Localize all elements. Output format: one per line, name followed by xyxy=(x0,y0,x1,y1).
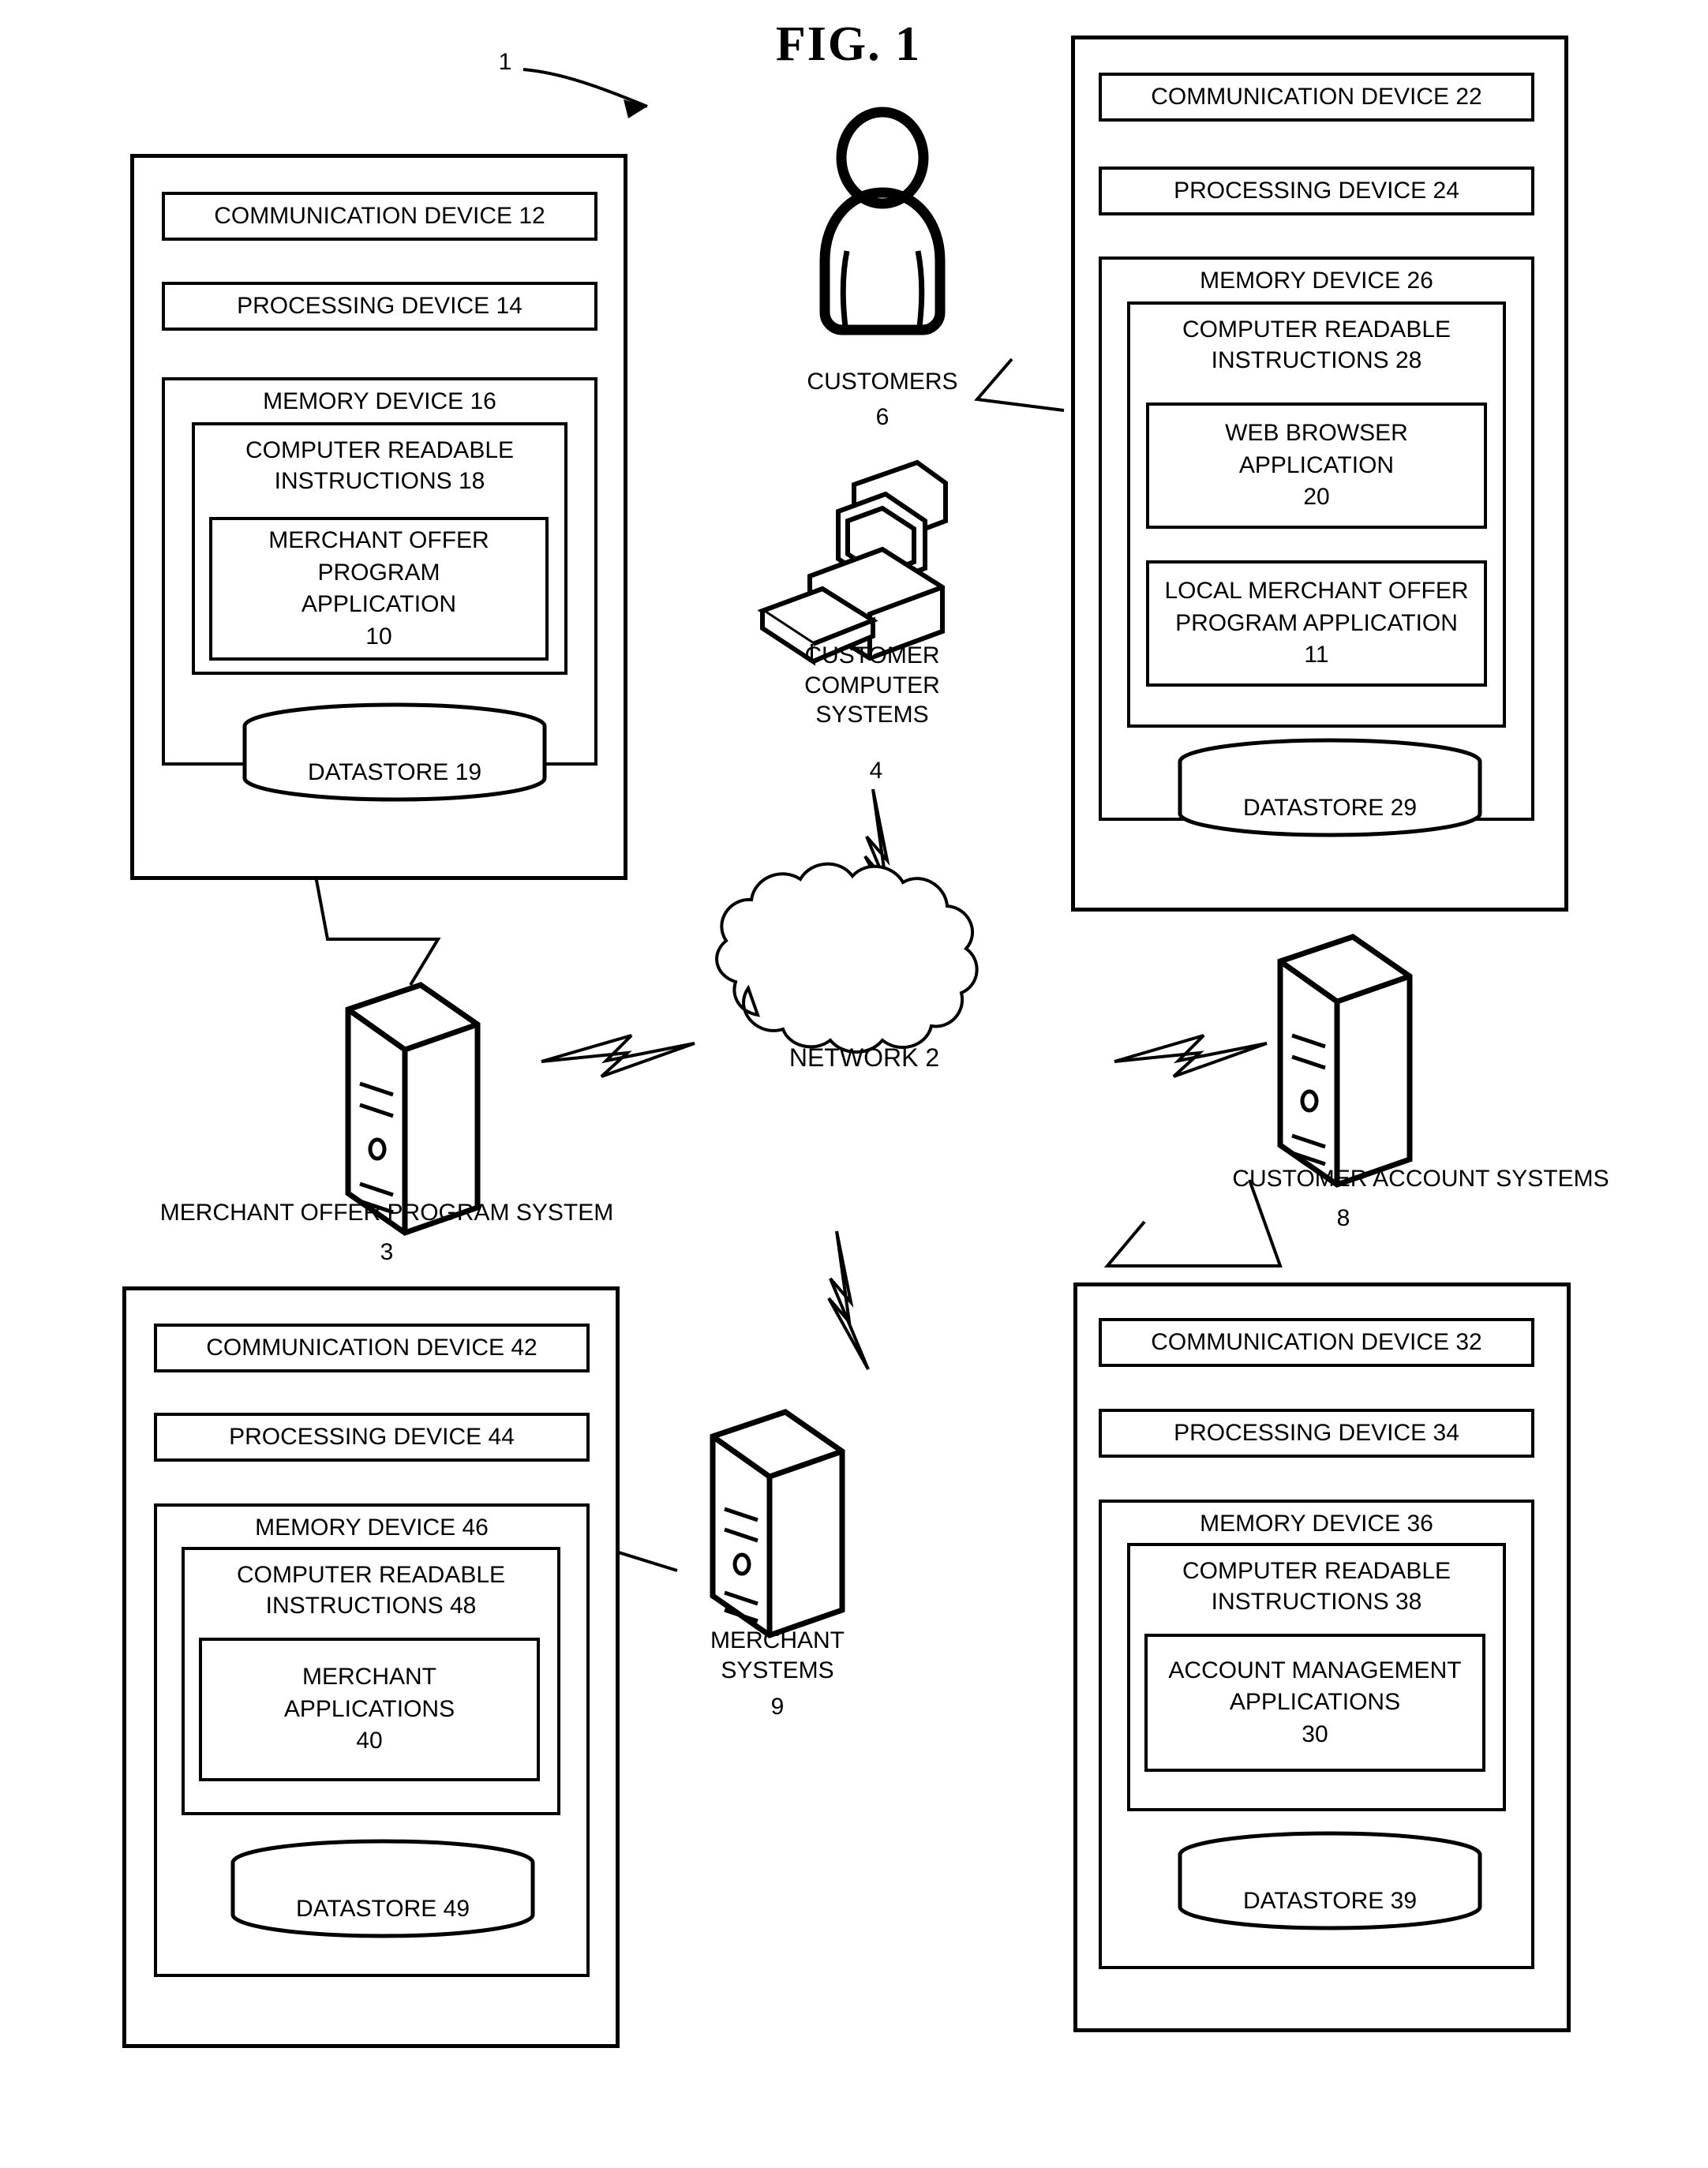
server-tower-icon-merchant-systems xyxy=(710,1409,845,1638)
datastore-39-cylinder: DATASTORE 39 xyxy=(1164,1831,1496,1930)
computer-readable-instructions-38-label: COMPUTER READABLE INSTRUCTIONS 38 xyxy=(1182,1558,1451,1615)
merchant-offer-program-system-label: MERCHANT OFFER PROGRAM SYSTEM xyxy=(159,1200,614,1226)
customer-account-systems-label: CUSTOMER ACCOUNT SYSTEMS xyxy=(1232,1166,1609,1192)
system-reference-number: 1 xyxy=(498,49,512,75)
memory-device-26-label: MEMORY DEVICE 26 xyxy=(1200,268,1433,294)
memory-device-36-label: MEMORY DEVICE 36 xyxy=(1200,1511,1433,1537)
computer-readable-instructions-48-label: COMPUTER READABLE INSTRUCTIONS 48 xyxy=(236,1562,506,1619)
customer-computer-systems-ref: 4 xyxy=(869,758,883,784)
datastore-19-cylinder: DATASTORE 19 xyxy=(229,702,560,802)
computer-readable-instructions-28-label: COMPUTER READABLE INSTRUCTIONS 28 xyxy=(1182,316,1451,373)
datastore-49-label: DATASTORE 49 xyxy=(295,1896,470,1922)
datastore-29-label: DATASTORE 29 xyxy=(1242,795,1418,821)
server-tower-icon-merchant-offer xyxy=(345,982,481,1236)
merchant-offer-program-system-ref: 3 xyxy=(380,1239,394,1265)
merchant-systems-ref: 9 xyxy=(770,1694,785,1720)
desktop-computer-icon xyxy=(757,459,948,666)
communication-device-12-box: COMMUNICATION DEVICE 12 xyxy=(162,192,597,241)
memory-device-16-label: MEMORY DEVICE 16 xyxy=(263,388,496,414)
server-tower-icon-customer-account xyxy=(1277,934,1413,1188)
web-browser-application-20-box: WEB BROWSER APPLICATION 20 xyxy=(1146,403,1487,529)
customer-account-systems-ref: 8 xyxy=(1336,1205,1350,1231)
network-cloud-label: NETWORK 2 xyxy=(788,1043,940,1072)
computer-readable-instructions-18-label: COMPUTER READABLE INSTRUCTIONS 18 xyxy=(245,437,515,494)
communication-device-42-box: COMMUNICATION DEVICE 42 xyxy=(154,1324,590,1372)
account-management-applications-30-box: ACCOUNT MANAGEMENT APPLICATIONS 30 xyxy=(1144,1634,1485,1772)
processing-device-44-box: PROCESSING DEVICE 44 xyxy=(154,1413,590,1462)
datastore-29-cylinder: DATASTORE 29 xyxy=(1164,738,1496,837)
local-merchant-offer-program-application-11-box: LOCAL MERCHANT OFFER PROGRAM APPLICATION… xyxy=(1146,560,1487,687)
memory-device-46-label: MEMORY DEVICE 46 xyxy=(255,1515,489,1541)
merchant-applications-40-box: MERCHANT APPLICATIONS 40 xyxy=(199,1638,540,1781)
datastore-19-label: DATASTORE 19 xyxy=(307,759,482,785)
communication-device-32-box: COMMUNICATION DEVICE 32 xyxy=(1099,1318,1534,1367)
patent-figure-canvas: FIG. 1 1 COMMUNICATION DEVICE 12 PROCESS… xyxy=(0,0,1708,2168)
processing-device-24-box: PROCESSING DEVICE 24 xyxy=(1099,167,1534,215)
customers-ref: 6 xyxy=(875,404,890,430)
customer-computer-systems-label: CUSTOMER COMPUTER SYSTEMS xyxy=(804,642,940,728)
communication-device-22-box: COMMUNICATION DEVICE 22 xyxy=(1099,73,1534,122)
merchant-systems-label: MERCHANT SYSTEMS xyxy=(710,1627,845,1683)
datastore-39-label: DATASTORE 39 xyxy=(1242,1888,1418,1914)
merchant-offer-program-application-10-box: MERCHANT OFFER PROGRAM APPLICATION 10 xyxy=(209,517,549,661)
processing-device-14-box: PROCESSING DEVICE 14 xyxy=(162,282,597,331)
customer-person-icon xyxy=(819,107,946,335)
customers-label: CUSTOMERS xyxy=(807,369,958,395)
figure-title: FIG. 1 xyxy=(775,17,922,71)
processing-device-34-box: PROCESSING DEVICE 34 xyxy=(1099,1409,1534,1458)
datastore-49-cylinder: DATASTORE 49 xyxy=(217,1839,549,1938)
